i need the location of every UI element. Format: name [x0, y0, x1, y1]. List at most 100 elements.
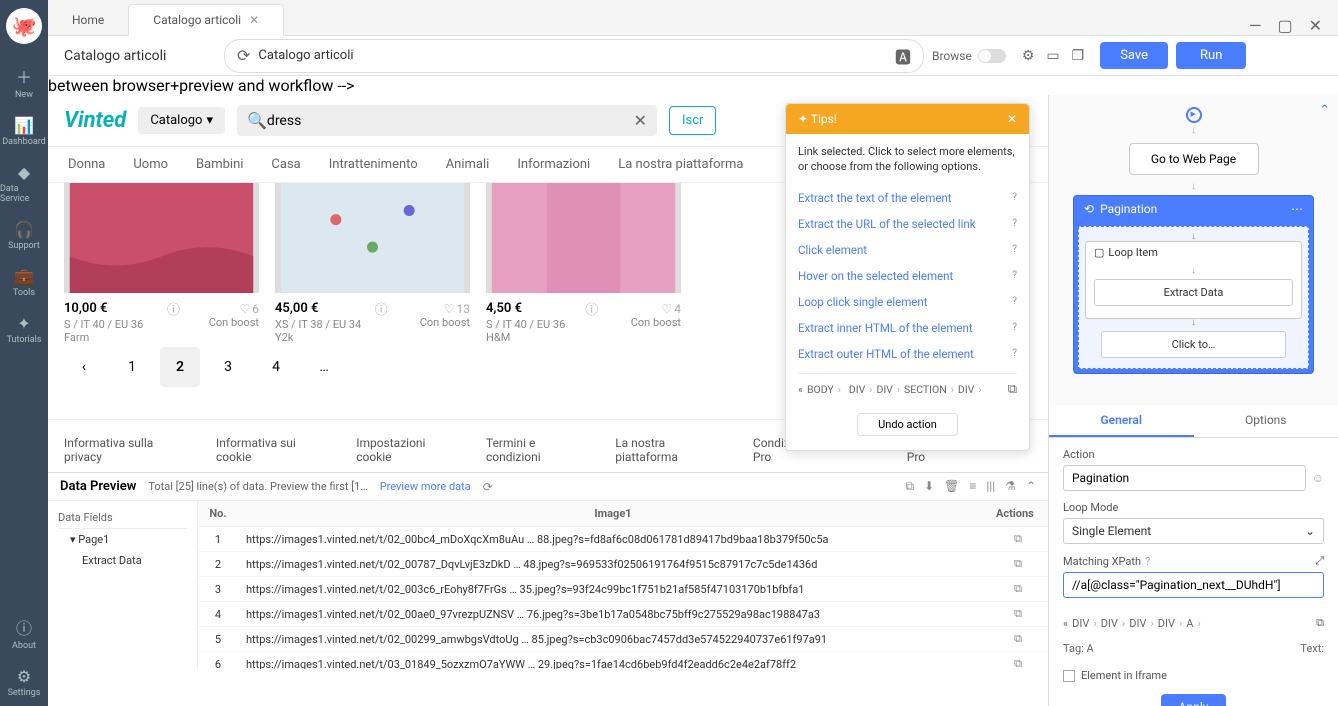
like-count[interactable]: ♡ 13	[444, 302, 470, 316]
sidebar-dashboard[interactable]: 📊Dashboard	[0, 108, 48, 155]
footer-link[interactable]: Informativa sulla privacy	[64, 436, 192, 464]
like-count[interactable]: ♡ 6	[239, 302, 259, 316]
sidebar-data-service[interactable]: ◆Data Service	[0, 155, 48, 212]
list-view-icon[interactable]: ≡	[969, 479, 976, 494]
tips-extract-url[interactable]: Extract the URL of the selected link?	[798, 211, 1017, 237]
action-input[interactable]	[1063, 465, 1306, 491]
table-row[interactable]: 4https://images1.vinted.net/t/02_00ae0_9…	[198, 602, 1048, 627]
xpath-input[interactable]	[1063, 572, 1324, 598]
nav-uomo[interactable]: Uomo	[133, 157, 168, 172]
page-2[interactable]: 2	[160, 347, 200, 387]
row-action-icon[interactable]: ⧉	[988, 652, 1048, 670]
workflow-collapse-icon[interactable]: ⌃	[1319, 103, 1330, 118]
nav-informazioni[interactable]: Informazioni	[517, 157, 590, 172]
tab-home[interactable]: Home	[48, 5, 128, 35]
workflow-start-node[interactable]	[1186, 107, 1202, 123]
table-row[interactable]: 3https://images1.vinted.net/t/02_003c6_r…	[198, 577, 1048, 602]
footer-link[interactable]: La nostra piattaforma	[615, 436, 729, 464]
row-action-icon[interactable]: ⧉	[988, 577, 1048, 602]
save-button[interactable]: Save	[1100, 42, 1168, 69]
toggle-switch[interactable]	[978, 49, 1006, 63]
copy-icon[interactable]: ⧉	[1316, 616, 1324, 630]
maximize-icon[interactable]: ▢	[1277, 16, 1292, 35]
open-icon[interactable]: ⧉	[905, 479, 914, 494]
page-4[interactable]: 4	[256, 347, 296, 387]
collapse-icon[interactable]: ⌃	[1026, 479, 1036, 494]
workflow-click-to-node[interactable]: Click to…	[1101, 331, 1286, 358]
iframe-checkbox-row[interactable]: Element in Iframe	[1063, 665, 1324, 694]
sidebar-tools[interactable]: 💼Tools	[0, 259, 48, 306]
tree-extract-data[interactable]: Extract Data	[58, 550, 187, 571]
table-row[interactable]: 5https://images1.vinted.net/t/02_00299_a…	[198, 627, 1048, 652]
nav-animali[interactable]: Animali	[446, 157, 490, 172]
row-action-icon[interactable]: ⧉	[988, 627, 1048, 652]
page-3[interactable]: 3	[208, 347, 248, 387]
footer-link[interactable]: Termini e condizioni	[486, 436, 591, 464]
window-icon[interactable]: ❐	[1072, 48, 1085, 64]
workflow-canvas[interactable]: ⌃ ↓ Go to Web Page ↓ ⟲Pagination⋯ ↓ ▢Loo…	[1049, 95, 1338, 405]
search-box[interactable]: 🔍 ✕	[237, 105, 657, 136]
sidebar-new[interactable]: ＋New	[0, 56, 48, 108]
footer-link[interactable]: Informativa sui cookie	[216, 436, 332, 464]
tab-catalogo[interactable]: Catalogo articoli✕	[128, 4, 284, 36]
reload-icon[interactable]: ⟳	[237, 46, 250, 65]
nav-piattaforma[interactable]: La nostra piattaforma	[618, 157, 743, 172]
tree-page1[interactable]: ▾ Page1	[58, 529, 187, 550]
breadcrumb-prev-icon[interactable]: «	[798, 383, 803, 396]
nav-bambini[interactable]: Bambini	[196, 157, 243, 172]
workflow-extract-data-node[interactable]: Extract Data	[1094, 279, 1293, 306]
table-row[interactable]: 1https://images1.vinted.net/t/02_00bc4_m…	[198, 527, 1048, 552]
product-card[interactable]: 45,00 € ⓘ♡ 13 XS / IT 38 / EU 34 Y2k Con…	[275, 183, 470, 335]
page-prev[interactable]: ‹	[64, 347, 104, 387]
tips-click-element[interactable]: Click element?	[798, 237, 1017, 263]
open-icon[interactable]: ⧉	[1008, 382, 1017, 397]
gear-icon[interactable]: ⚙	[1022, 48, 1035, 64]
node-menu-icon[interactable]: ⋯	[1291, 202, 1303, 216]
tab-general[interactable]: General	[1049, 405, 1194, 437]
row-action-icon[interactable]: ⧉	[988, 552, 1048, 577]
undo-button[interactable]: Undo action	[857, 413, 958, 436]
close-icon[interactable]: ✕	[1309, 16, 1322, 35]
preview-more-link[interactable]: Preview more data	[380, 480, 471, 493]
sidebar-tutorials[interactable]: ✦Tutorials	[0, 306, 48, 353]
search-input[interactable]	[267, 113, 634, 129]
catalogo-dropdown[interactable]: Catalogo ▾	[138, 107, 225, 134]
table-row[interactable]: 2https://images1.vinted.net/t/02_00787_D…	[198, 552, 1048, 577]
sidebar-about[interactable]: ⓘAbout	[0, 607, 48, 659]
run-button[interactable]: Run	[1176, 42, 1246, 69]
tips-hover[interactable]: Hover on the selected element?	[798, 263, 1017, 289]
workflow-goto-node[interactable]: Go to Web Page	[1129, 143, 1259, 175]
clear-icon[interactable]: ✕	[634, 111, 647, 130]
minimize-icon[interactable]: —	[1249, 16, 1262, 35]
iscriviti-button[interactable]: Iscr	[669, 106, 716, 135]
product-card[interactable]: 10,00 € ⓘ♡ 6 S / IT 40 / EU 36 Farm Con …	[64, 183, 259, 335]
emoji-icon[interactable]: ☺	[1312, 471, 1324, 485]
expand-icon[interactable]: ⤢	[1315, 554, 1324, 568]
tab-close-icon[interactable]: ✕	[249, 13, 259, 27]
breadcrumb-prev-icon[interactable]: «	[1063, 617, 1068, 630]
download-icon[interactable]: ⬇	[924, 479, 934, 494]
tab-options[interactable]: Options	[1194, 405, 1338, 437]
table-row[interactable]: 6https://images1.vinted.net/t/03_01849_5…	[198, 652, 1048, 670]
sidebar-settings[interactable]: ⚙Settings	[0, 659, 48, 706]
card-icon[interactable]: ▭	[1046, 48, 1059, 64]
page-1[interactable]: 1	[112, 347, 152, 387]
tips-close-icon[interactable]: ✕	[1007, 112, 1017, 126]
workflow-loop-item-node[interactable]: ▢Loop Item ↓ Extract Data	[1085, 241, 1302, 319]
filter-icon[interactable]: ⚗	[1005, 479, 1016, 494]
sidebar-support[interactable]: 🎧Support	[0, 212, 48, 259]
like-count[interactable]: ♡ 4	[661, 302, 681, 316]
help-icon[interactable]: ?	[1145, 555, 1150, 568]
loop-mode-select[interactable]: Single Element⌄	[1063, 518, 1324, 544]
nav-intrattenimento[interactable]: Intrattenimento	[329, 157, 418, 172]
refresh-icon[interactable]: ⟳	[483, 480, 493, 494]
url-bar[interactable]: ⟳ Catalogo articoli 🅰	[224, 39, 924, 73]
footer-link[interactable]: Impostazioni cookie	[356, 436, 462, 464]
trash-icon[interactable]: 🗑	[944, 479, 959, 494]
workflow-pagination-node[interactable]: ⟲Pagination⋯ ↓ ▢Loop Item ↓ Extract Data…	[1073, 195, 1314, 374]
row-action-icon[interactable]: ⧉	[988, 527, 1048, 552]
checkbox[interactable]	[1063, 670, 1075, 682]
row-action-icon[interactable]: ⧉	[988, 602, 1048, 627]
tips-inner-html[interactable]: Extract inner HTML of the element?	[798, 315, 1017, 341]
nav-casa[interactable]: Casa	[271, 157, 300, 172]
